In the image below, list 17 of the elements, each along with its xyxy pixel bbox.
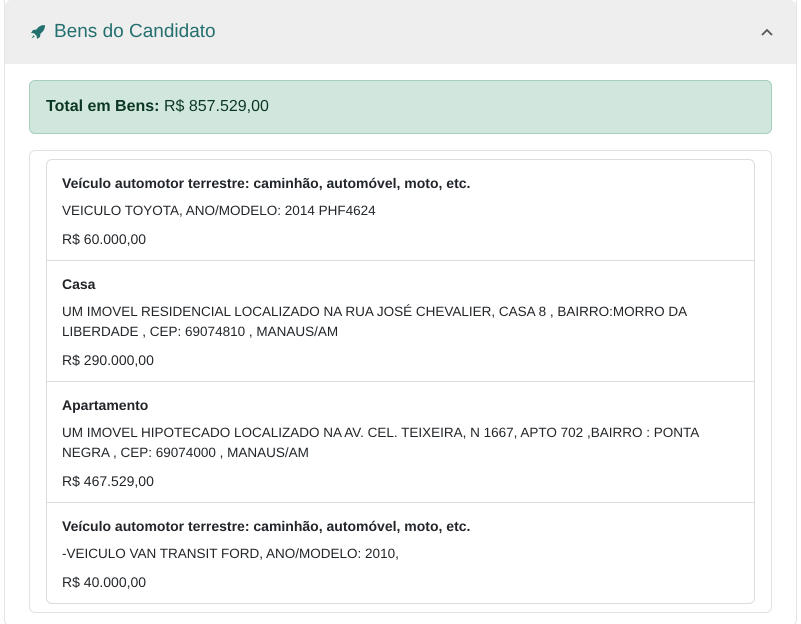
asset-value: R$ 60.000,00 [62, 230, 148, 249]
asset-type: Veículo automotor terrestre: caminhão, automóvel, moto, etc. [62, 517, 472, 536]
asset-description: VEICULO TOYOTA, ANO/MODELO: 2014 PHF4624 [62, 202, 377, 220]
asset-description: -VEICULO VAN TRANSIT FORD, ANO/MODELO: 2010, [62, 545, 400, 563]
asset-value: R$ 467.529,00 [62, 472, 155, 491]
asset-type: Veículo automotor terrestre: caminhão, automóvel, moto, etc. [62, 174, 472, 193]
asset-type: Casa [62, 275, 96, 294]
asset-type: Apartamento [62, 396, 150, 415]
asset-value: R$ 40.000,00 [62, 573, 148, 592]
asset-description: UM IMOVEL HIPOTECADO LOCALIZADO NA AV. CEL. TEIXEIRA, N 1667, APTO 702 ,BAIRRO : PONTA NEGRA , CEP: 69074000 , MANAUS/AM [62, 424, 700, 462]
total-text: Total em Bens: R$ 857.529,00 [46, 97, 269, 117]
asset-value: R$ 290.000,00 [62, 351, 155, 370]
panel-title: Bens do Candidato [54, 20, 217, 44]
rocket-icon [30, 24, 46, 40]
panel-header[interactable]: Bens do Candidato [5, 0, 796, 64]
chevron-icon[interactable] [761, 28, 773, 36]
asset-description: UM IMOVEL RESIDENCIAL LOCALIZADO NA RUA JOSÉ CHEVALIER, CASA 8 , BAIRRO:MORRO DA LIBERDADE , CEP: 69074810 , MANAUS/AM [62, 303, 688, 341]
